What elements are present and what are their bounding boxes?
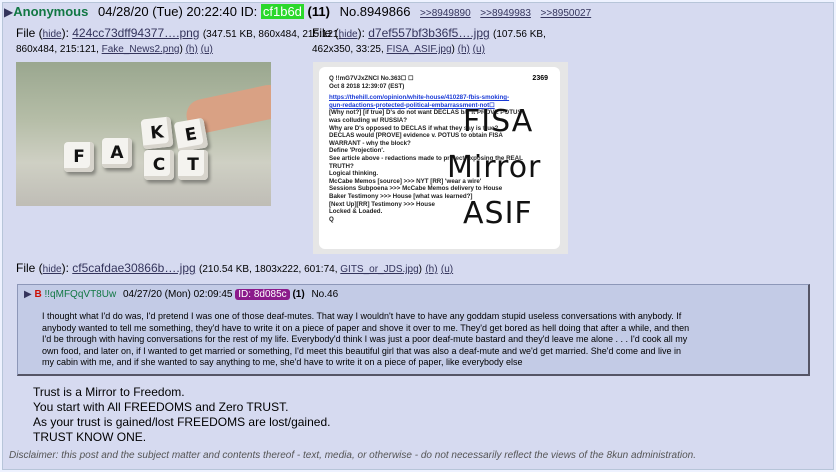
quoted-line: I'd be through with having conversations… (42, 334, 688, 345)
file-info-2: File (hide): d7ef557bf3b36f5….jpg (107.5… (312, 26, 546, 55)
file-meta-dim: 860x484, 215:121, (16, 44, 102, 55)
fisa-asif-thumbnail[interactable]: Q !!mG7VJxZNCI No.363☐ ☐ Oct 8 2018 12:3… (313, 62, 568, 254)
backlink[interactable]: >>8949890 (420, 8, 471, 19)
file-info-1: File (hide): 424cc73dff94377….png (347.5… (16, 26, 342, 55)
poster-id-badge[interactable]: cf1b6d (260, 4, 304, 19)
backlink[interactable]: >>8949983 (480, 8, 531, 19)
body-line: You start with All FREEDOMS and Zero TRU… (33, 400, 289, 414)
u-link[interactable]: (u) (473, 44, 485, 55)
post-menu-triangle-icon[interactable]: ▶ (4, 5, 13, 19)
file-meta: (210.54 KB, 1803x222, 601:74, (199, 264, 341, 275)
embedded-quoted-post: ▶ B !!qMFQqVT8Uw 04/27/20 (Mon) 02:09:45… (17, 284, 810, 376)
letter-cube: K (140, 116, 174, 150)
q-post-number: 2369 (532, 75, 548, 82)
original-file-link[interactable]: GITS_or_JDS.jpg (340, 264, 418, 275)
letter-cube: F (64, 142, 94, 172)
post-header: ▶Anonymous 04/28/20 (Tue) 20:22:40 ID: c… (4, 4, 591, 19)
quoted-tripcode: !!qMFQqVT8Uw (44, 289, 117, 300)
letter-cube: A (102, 138, 132, 168)
post-number[interactable]: No.8949866 (340, 4, 411, 19)
u-link[interactable]: (u) (201, 44, 213, 55)
disclaimer: Disclaimer: this post and the subject ma… (9, 450, 696, 461)
quoted-menu-triangle-icon[interactable]: ▶ (24, 289, 32, 300)
file-prefix: File ( (16, 26, 43, 40)
hide-file-link[interactable]: hide (43, 264, 62, 275)
quoted-line: own food, and later on, if I wanted to g… (42, 345, 682, 356)
original-file-link[interactable]: Fake_News2.png (102, 44, 180, 55)
file-prefix: File ( (312, 26, 339, 40)
body-line: Trust is a Mirror to Freedom. (33, 385, 185, 399)
file-name-link[interactable]: cf5cafdae30866b….jpg (72, 261, 195, 275)
reply-count: (11) (307, 4, 330, 19)
poster-name: Anonymous (13, 4, 89, 19)
file-meta-dim: 462x350, 33:25, (312, 44, 387, 55)
overlay-word: Mirror (447, 150, 542, 185)
q-post-date: Oct 8 2018 12:39:07 (EST) (329, 82, 405, 90)
body-line: As your trust is gained/lost FREEDOMS ar… (33, 415, 331, 429)
fake-fact-thumbnail[interactable]: F A K C E T (16, 62, 271, 206)
body-line: TRUST KNOW ONE. (33, 430, 147, 444)
file-meta: (107.56 KB, (493, 29, 546, 40)
hide-file-link[interactable]: hide (339, 29, 358, 40)
quoted-subject: B (34, 289, 42, 300)
quoted-datetime: 04/27/20 (Mon) 02:09:45 (122, 289, 233, 300)
q-post-line: https://thehill.com/opinion/white-house/… (329, 94, 510, 102)
q-post-header: Q !!mG7VJxZNCI No.363☐ ☐ (329, 75, 414, 82)
post-datetime: 04/28/20 (Tue) 20:22:40 (97, 4, 237, 19)
paren: ) (418, 264, 422, 275)
u-link[interactable]: (u) (441, 264, 453, 275)
letter-cube: T (178, 150, 208, 180)
original-file-link[interactable]: FISA_ASIF.jpg (387, 44, 452, 55)
file-name-link[interactable]: d7ef557bf3b36f5….jpg (368, 26, 489, 40)
quoted-post-header: ▶ B !!qMFQqVT8Uw 04/27/20 (Mon) 02:09:45… (24, 289, 338, 300)
file-prefix: File ( (16, 261, 43, 275)
post-body: Trust is a Mirror to Freedom. You start … (33, 385, 330, 445)
h-link[interactable]: (h) (186, 44, 198, 55)
quoted-id-badge[interactable]: ID: 8d085c (235, 289, 290, 300)
letter-cube: C (144, 150, 174, 180)
h-link[interactable]: (h) (425, 264, 437, 275)
quoted-line: anybody wanted to tell me something, the… (42, 322, 690, 333)
backlink[interactable]: >>8950027 (541, 8, 592, 19)
file-info-3: File (hide): cf5cafdae30866b….jpg (210.5… (16, 261, 454, 275)
quoted-post-number[interactable]: No.46 (311, 289, 338, 300)
q-post-line: WARRANT - why the block? (329, 139, 411, 147)
hide-file-link[interactable]: hide (43, 29, 62, 40)
letter-cube: E (173, 117, 209, 153)
overlay-word: FISA (463, 104, 534, 139)
overlay-word: ASIF (463, 196, 533, 231)
quoted-line: my cabin with me, and if she wanted to s… (42, 357, 523, 368)
h-link[interactable]: (h) (458, 44, 470, 55)
quoted-post-body: I thought what I'd do was, I'd pretend I… (42, 311, 802, 369)
quoted-line: I thought what I'd do was, I'd pretend I… (42, 311, 682, 321)
id-label: ID: (240, 4, 258, 19)
quoted-reply-count: (1) (292, 289, 305, 300)
q-post-line: Sessions Subpoena >>> McCabe Memos deliv… (329, 185, 503, 193)
file-name-link[interactable]: 424cc73dff94377….png (72, 26, 199, 40)
